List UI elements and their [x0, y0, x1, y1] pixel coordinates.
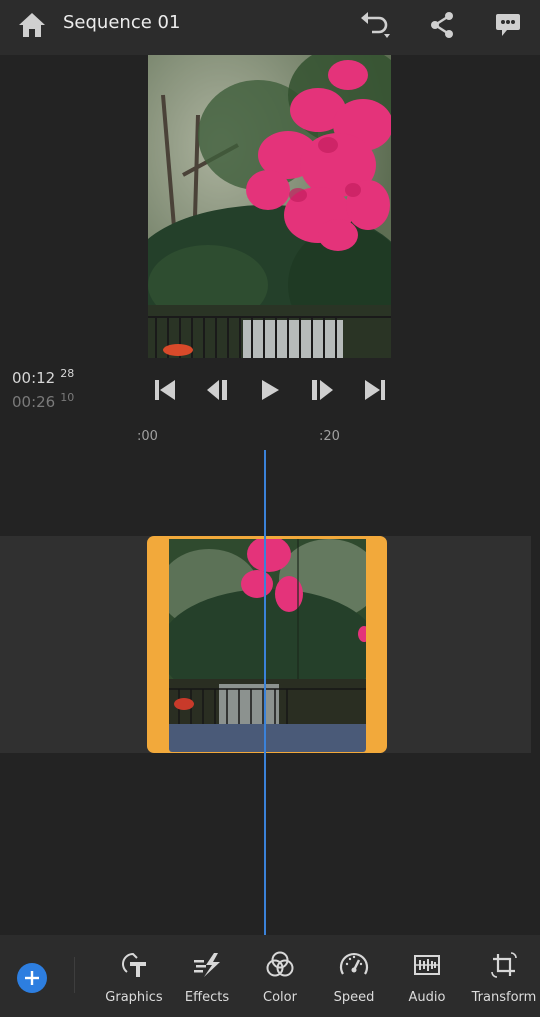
share-icon — [431, 12, 453, 38]
current-time: 00:12 — [12, 369, 56, 387]
step-forward-button[interactable] — [307, 375, 337, 405]
video-preview[interactable] — [148, 55, 391, 358]
step-forward-icon — [312, 380, 333, 400]
step-back-icon — [207, 380, 227, 400]
play-button[interactable] — [255, 375, 285, 405]
tool-label: Color — [263, 990, 297, 1005]
ruler-label-start: :00 — [137, 429, 158, 444]
bottom-toolbar: Graphics Effects Color Speed Audio Trans… — [0, 935, 540, 1017]
current-frames: 28 — [60, 367, 75, 380]
color-icon — [266, 951, 294, 977]
speed-icon — [339, 953, 369, 975]
skip-to-end-button[interactable] — [360, 375, 390, 405]
graphics-icon — [122, 952, 146, 977]
total-time: 00:26 — [12, 393, 56, 411]
tool-color[interactable]: Color — [242, 949, 318, 1013]
play-icon — [262, 380, 279, 400]
clip-thumbnails — [169, 539, 366, 724]
tool-label: Effects — [184, 990, 230, 1005]
step-back-button[interactable] — [203, 375, 233, 405]
ruler-label-20: :20 — [319, 429, 340, 444]
clip-thumbnail-image — [169, 539, 366, 724]
video-frame-image — [148, 55, 391, 358]
skip-to-start-button[interactable] — [150, 375, 180, 405]
home-button[interactable] — [17, 11, 47, 39]
undo-button[interactable] — [358, 8, 394, 42]
tool-transform[interactable]: Transform — [466, 949, 540, 1013]
audio-icon — [414, 955, 440, 975]
tool-label: Graphics — [105, 990, 163, 1005]
toolbar-divider — [74, 957, 75, 993]
tool-label: Speed — [333, 990, 375, 1005]
playhead[interactable] — [264, 450, 266, 935]
current-timecode: 00:12 28 — [12, 367, 75, 387]
home-icon — [19, 13, 45, 37]
sequence-title: Sequence 01 — [63, 12, 181, 33]
skip-to-start-icon — [155, 380, 175, 400]
transform-icon — [491, 952, 517, 978]
tool-speed[interactable]: Speed — [316, 949, 392, 1013]
undo-icon — [361, 12, 390, 38]
top-bar: Sequence 01 — [0, 0, 540, 55]
clip-audio-waveform — [169, 724, 366, 752]
tool-graphics[interactable]: Graphics — [96, 949, 172, 1013]
feedback-icon — [496, 14, 520, 36]
total-timecode: 00:26 10 — [12, 391, 75, 411]
effects-icon — [194, 953, 220, 977]
skip-to-end-icon — [365, 380, 385, 400]
total-frames: 10 — [60, 391, 75, 404]
share-button[interactable] — [424, 8, 460, 42]
tool-label: Transform — [471, 990, 537, 1005]
plus-icon — [25, 971, 39, 985]
tool-audio[interactable]: Audio — [389, 949, 465, 1013]
add-media-button[interactable] — [17, 963, 47, 993]
tool-effects[interactable]: Effects — [169, 949, 245, 1013]
tool-label: Audio — [408, 990, 446, 1005]
feedback-button[interactable] — [490, 8, 526, 42]
